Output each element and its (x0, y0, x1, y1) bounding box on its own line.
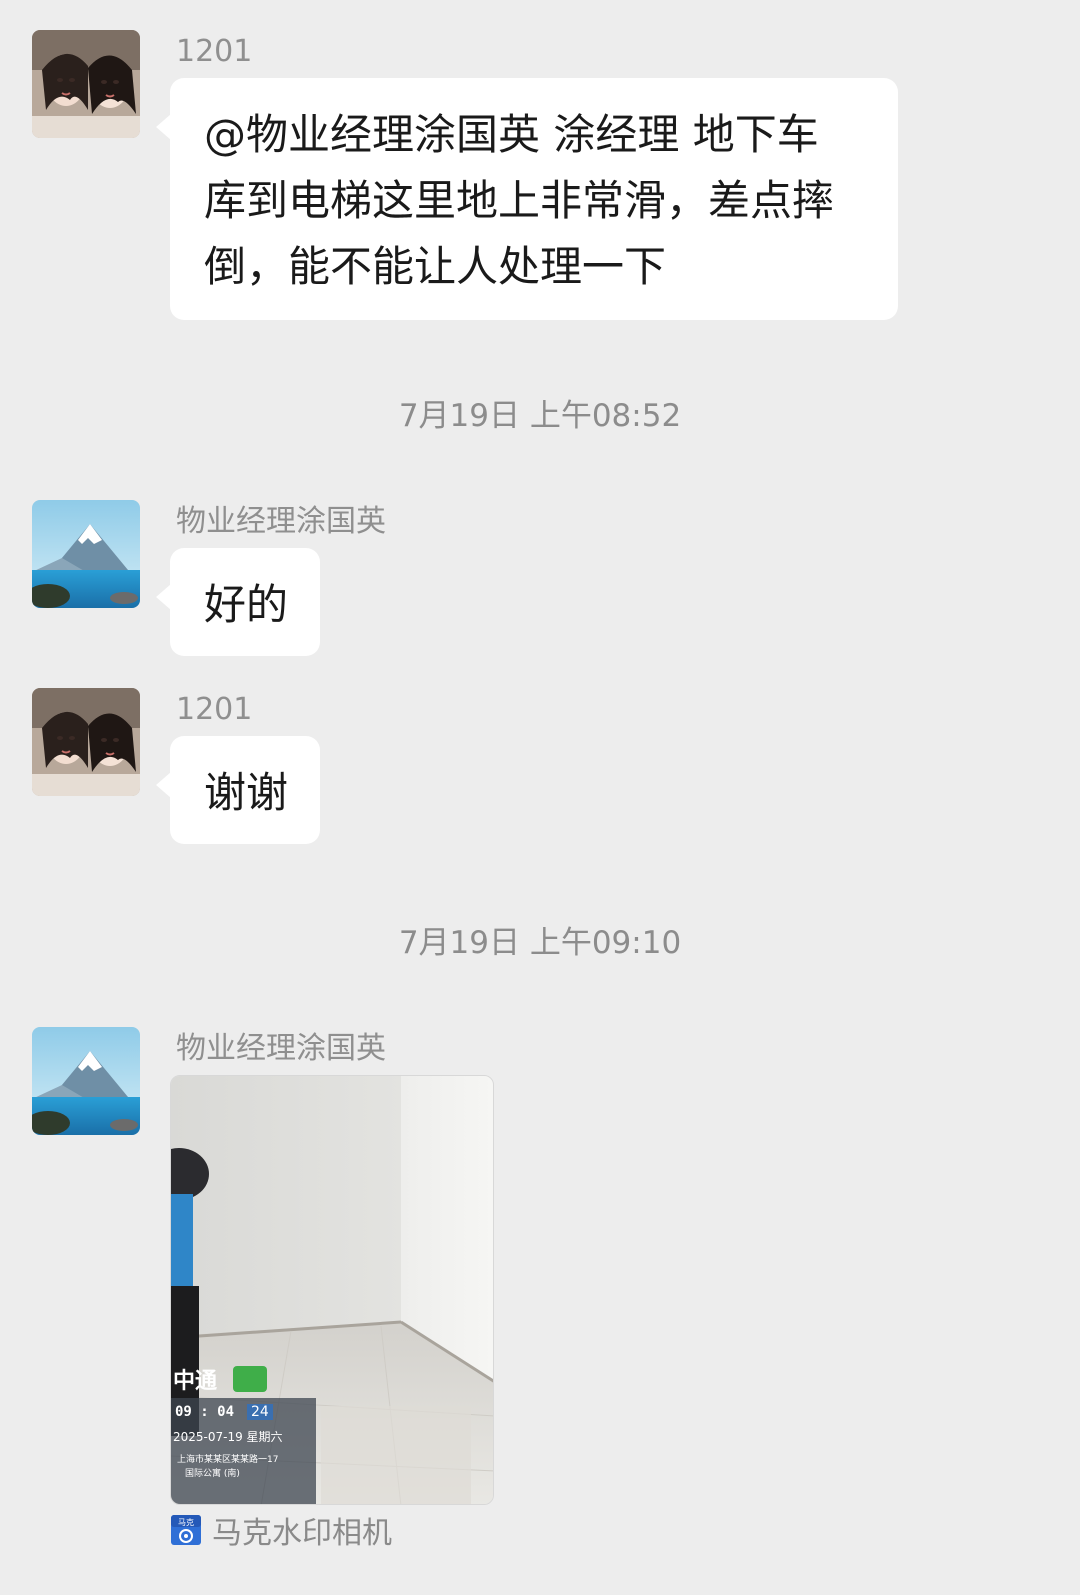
message-bubble[interactable]: @物业经理涂国英 涂经理 地下车 库到电梯这里地上非常滑，差点摔 倒，能不能让人… (156, 78, 898, 320)
avatar-1201[interactable] (32, 688, 140, 796)
image-source-label: 马克水印相机 (212, 1516, 392, 1551)
message-text-line: 库到电梯这里地上非常滑，差点摔 (204, 176, 835, 225)
avatar-manager[interactable] (32, 1027, 140, 1135)
message-text-line: 倒，能不能让人处理一下 (204, 242, 667, 291)
mountain-lake-avatar-icon (32, 500, 140, 608)
timestamp: 7月19日 上午09:10 (398, 925, 682, 961)
message-bubble[interactable]: 谢谢 (156, 736, 320, 844)
timestamp: 7月19日 上午08:52 (398, 398, 682, 434)
avatar-manager[interactable] (32, 500, 140, 608)
image-source-link[interactable]: 马克 马克水印相机 (170, 1512, 392, 1551)
watermark-day: 24 (247, 1404, 273, 1420)
message-text: 好的 (204, 580, 289, 629)
watermark-time: 09 : 04 (175, 1404, 235, 1420)
sender-name: 物业经理涂国英 (176, 504, 386, 539)
two-girls-avatar-icon (32, 688, 140, 796)
sender-name: 1201 (176, 34, 253, 69)
watermark-address-line: 国际公寓 (南) (185, 1469, 240, 1479)
svg-text:马克: 马克 (178, 1518, 194, 1527)
sender-name: 物业经理涂国英 (176, 1031, 386, 1066)
mountain-lake-avatar-icon (32, 1027, 140, 1135)
svg-text:中通: 中通 (173, 1369, 217, 1394)
sender-name: 1201 (176, 692, 253, 727)
watermark-address-line: 上海市某某区某某路一17 (177, 1455, 279, 1465)
message-bubble[interactable]: 好的 (156, 548, 320, 656)
image-message[interactable]: 中通 09 : 04 24 2025-07-19 星期六 上海市某某区某某路一1… (170, 1075, 494, 1505)
two-girls-avatar-icon (32, 30, 140, 138)
watermark-date: 2025-07-19 星期六 (173, 1430, 283, 1444)
avatar-1201[interactable] (32, 30, 140, 138)
message-text-line: @物业经理涂国英 涂经理 地下车 (204, 110, 819, 159)
camera-app-icon: 马克 (170, 1514, 202, 1546)
message-text: 谢谢 (204, 768, 289, 817)
